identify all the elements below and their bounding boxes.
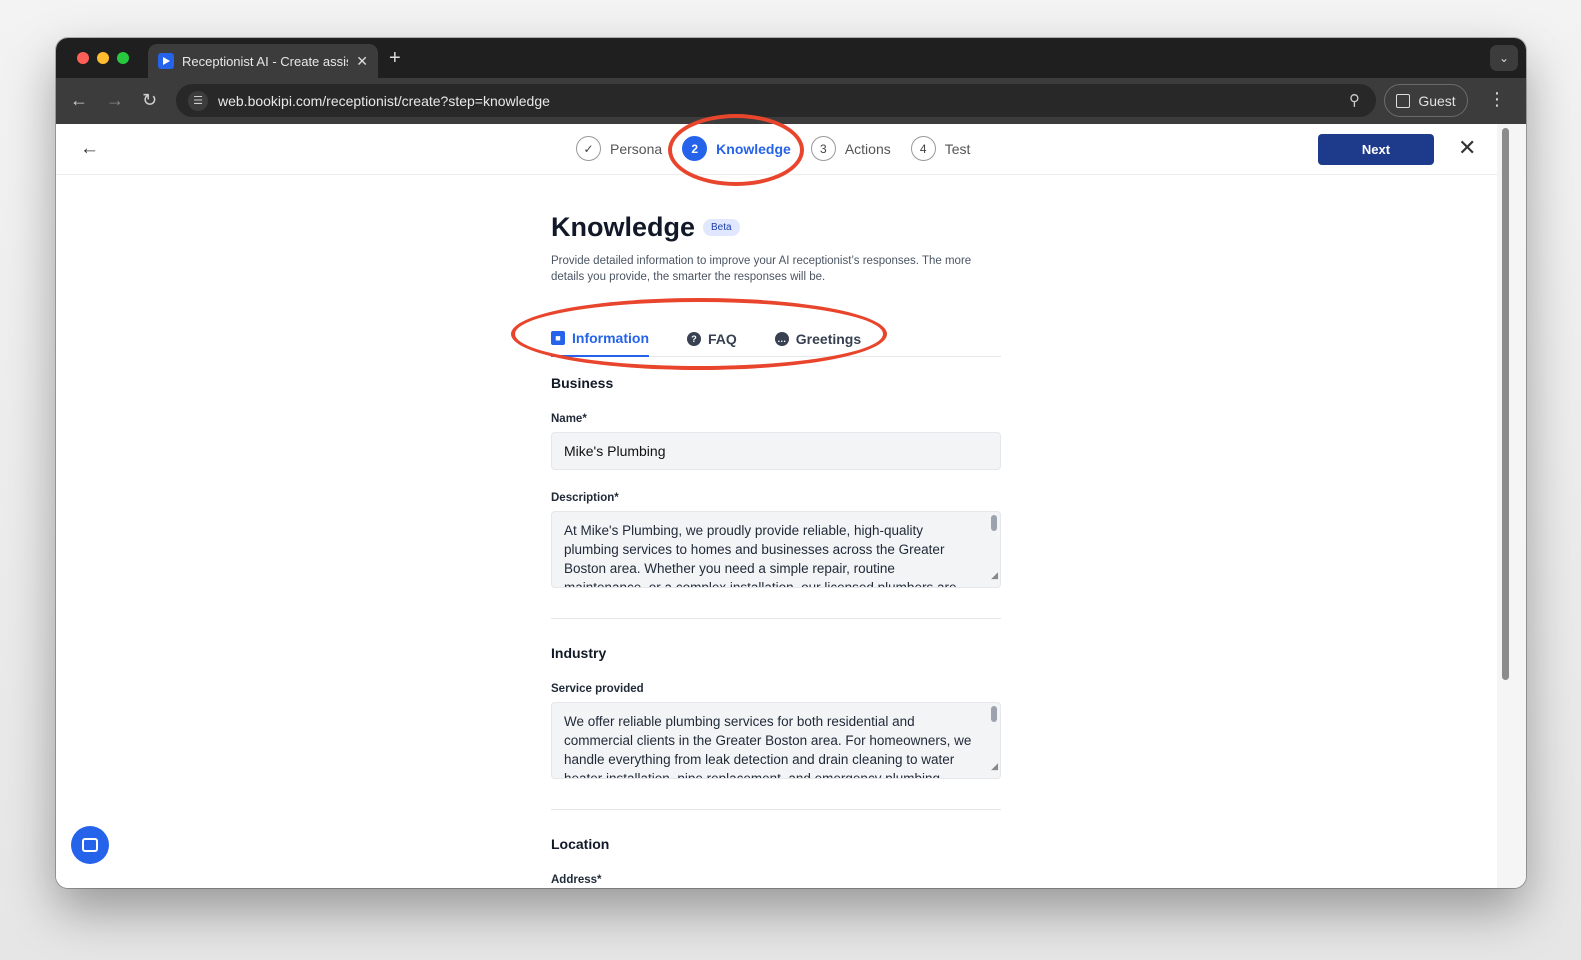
service-label: Service provided bbox=[551, 683, 644, 695]
app-page: ← ✓ Persona 2 Knowledge 3 Actions 4 Test bbox=[56, 124, 1497, 888]
chat-bubble-icon: … bbox=[774, 332, 789, 346]
new-tab-icon[interactable]: + bbox=[389, 47, 401, 70]
service-text: We offer reliable plumbing services for … bbox=[564, 714, 972, 779]
section-divider bbox=[551, 809, 1001, 810]
browser-tab[interactable]: Receptionist AI - Create assis ✕ bbox=[148, 44, 378, 78]
site-settings-icon[interactable]: ☰ bbox=[188, 90, 208, 111]
step-knowledge[interactable]: 2 Knowledge bbox=[682, 136, 791, 161]
page-title: Knowledge bbox=[551, 212, 696, 242]
resize-handle-icon[interactable]: ◢ bbox=[991, 757, 998, 776]
page-scrollbar-thumb[interactable] bbox=[1502, 128, 1509, 680]
profile-icon bbox=[1396, 93, 1411, 108]
knowledge-tabs: ■ Information ? FAQ … Greetings bbox=[551, 321, 1001, 357]
question-circle-icon: ? bbox=[687, 332, 701, 346]
name-label: Name* bbox=[551, 413, 587, 425]
page-description: Provide detailed information to improve … bbox=[551, 255, 972, 283]
bookipi-favicon-icon bbox=[158, 53, 174, 69]
tab-greetings[interactable]: … Greetings bbox=[774, 321, 862, 357]
business-description-textarea[interactable]: At Mike's Plumbing, we proudly provide r… bbox=[551, 511, 1001, 588]
forward-icon[interactable]: → bbox=[106, 90, 124, 110]
location-section-title: Location bbox=[551, 836, 610, 852]
tab-faq[interactable]: ? FAQ bbox=[687, 321, 737, 357]
step-label: Test bbox=[944, 140, 971, 157]
support-chat-button[interactable] bbox=[71, 826, 109, 864]
textarea-scrollbar[interactable] bbox=[991, 515, 997, 531]
next-button[interactable]: Next bbox=[1318, 134, 1434, 165]
stepper: ✓ Persona 2 Knowledge 3 Actions 4 Test bbox=[576, 136, 990, 161]
step-label: Persona bbox=[610, 140, 663, 157]
step-check-icon: ✓ bbox=[576, 136, 601, 161]
profile-label: Guest bbox=[1418, 92, 1456, 109]
tab-information[interactable]: ■ Information bbox=[551, 321, 649, 357]
address-label: Address* bbox=[551, 874, 602, 886]
url-text: web.bookipi.com/receptionist/create?step… bbox=[218, 92, 550, 109]
tab-label: Information bbox=[572, 330, 649, 346]
tab-label: FAQ bbox=[708, 331, 737, 347]
step-number: 2 bbox=[682, 136, 708, 161]
close-icon[interactable]: ✕ bbox=[1458, 135, 1476, 161]
section-divider bbox=[551, 618, 1001, 619]
chat-icon bbox=[82, 838, 98, 852]
browser-toolbar: ← → ↻ ☰ web.bookipi.com/receptionist/cre… bbox=[56, 78, 1526, 124]
back-arrow-icon[interactable]: ← bbox=[80, 138, 99, 160]
step-label: Knowledge bbox=[716, 140, 791, 157]
industry-section-title: Industry bbox=[551, 645, 607, 661]
resize-handle-icon[interactable]: ◢ bbox=[991, 566, 998, 585]
browser-menu-icon[interactable]: ⋮ bbox=[1488, 88, 1506, 110]
step-test[interactable]: 4 Test bbox=[910, 136, 971, 161]
minimize-window-button[interactable] bbox=[97, 52, 109, 64]
tab-search-chevron-icon[interactable]: ⌄ bbox=[1490, 45, 1518, 71]
zoom-icon[interactable]: ⚲ bbox=[1349, 91, 1360, 109]
page-heading: Knowledge Beta bbox=[551, 212, 1001, 243]
tab-strip: Receptionist AI - Create assis ✕ + ⌄ bbox=[56, 38, 1526, 78]
beta-badge: Beta bbox=[703, 219, 740, 236]
step-persona[interactable]: ✓ Persona bbox=[576, 136, 662, 161]
step-actions[interactable]: 3 Actions bbox=[810, 136, 891, 161]
briefcase-icon: ■ bbox=[551, 331, 565, 345]
profile-button[interactable]: Guest bbox=[1384, 84, 1468, 117]
browser-window: Receptionist AI - Create assis ✕ + ⌄ ← →… bbox=[56, 38, 1526, 888]
business-section-title: Business bbox=[551, 375, 614, 391]
reload-icon[interactable]: ↻ bbox=[142, 90, 157, 110]
step-number: 3 bbox=[810, 136, 836, 161]
tab-title: Receptionist AI - Create assis bbox=[182, 53, 349, 69]
maximize-window-button[interactable] bbox=[117, 52, 129, 64]
service-provided-textarea[interactable]: We offer reliable plumbing services for … bbox=[551, 702, 1001, 779]
tab-close-icon[interactable]: ✕ bbox=[356, 53, 368, 70]
app-header: ← ✓ Persona 2 Knowledge 3 Actions 4 Test bbox=[56, 124, 1497, 175]
step-number: 4 bbox=[910, 136, 936, 161]
close-window-button[interactable] bbox=[77, 52, 89, 64]
knowledge-form: Knowledge Beta Provide detailed informat… bbox=[551, 212, 1001, 886]
textarea-scrollbar[interactable] bbox=[991, 706, 997, 722]
business-name-input[interactable]: Mike's Plumbing bbox=[551, 432, 1001, 470]
description-text: At Mike's Plumbing, we proudly provide r… bbox=[564, 523, 957, 588]
step-label: Actions bbox=[844, 140, 891, 157]
description-label: Description* bbox=[551, 492, 619, 504]
tab-label: Greetings bbox=[795, 331, 862, 347]
back-icon[interactable]: ← bbox=[70, 90, 88, 110]
address-bar[interactable]: ☰ web.bookipi.com/receptionist/create?st… bbox=[176, 84, 1376, 117]
